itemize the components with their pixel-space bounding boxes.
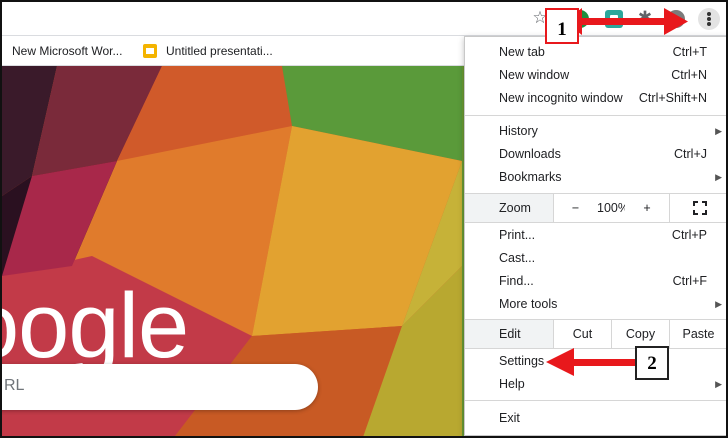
menu-item-new-tab[interactable]: New tab Ctrl+T — [465, 41, 726, 64]
kebab-dot-icon — [707, 22, 711, 26]
menu-item-downloads[interactable]: Downloads Ctrl+J — [465, 143, 726, 166]
chrome-menu-button[interactable] — [698, 8, 720, 30]
menu-item-label: Help — [499, 377, 525, 391]
menu-zoom-row: Zoom − 100% + — [465, 194, 726, 222]
menu-item-new-incognito[interactable]: New incognito window Ctrl+Shift+N — [465, 87, 726, 110]
browser-toolbar: ☆ ✱ — [2, 2, 726, 36]
menu-item-shortcut: Ctrl+T — [672, 45, 707, 59]
menu-item-label: Exit — [499, 411, 520, 425]
menu-item-shortcut: Ctrl+N — [671, 68, 707, 82]
copy-button[interactable]: Copy — [611, 320, 669, 348]
paste-button[interactable]: Paste — [669, 320, 726, 348]
bookmark-presentation[interactable]: Untitled presentati... — [166, 36, 273, 66]
menu-edit-row: Edit Cut Copy Paste — [465, 320, 726, 348]
submenu-arrow-icon: ▶ — [715, 379, 722, 389]
menu-divider — [465, 115, 726, 116]
menu-item-help[interactable]: Help ▶ — [465, 373, 726, 396]
profile-avatar-icon[interactable] — [667, 10, 685, 28]
kebab-dot-icon — [707, 17, 711, 21]
kebab-dot-icon — [707, 12, 711, 16]
menu-divider — [465, 222, 726, 223]
menu-item-shortcut: Ctrl+F — [672, 274, 707, 288]
submenu-arrow-icon: ▶ — [715, 172, 722, 182]
menu-item-shortcut: Ctrl+Shift+N — [638, 91, 707, 105]
menu-item-label: Print... — [499, 228, 536, 242]
zoom-label: Zoom — [499, 201, 531, 215]
menu-item-cast[interactable]: Cast... — [465, 247, 726, 270]
google-search-box[interactable]: RL — [2, 364, 318, 410]
menu-item-label: More tools — [499, 297, 558, 311]
search-placeholder: RL — [4, 377, 25, 394]
menu-item-exit[interactable]: Exit — [465, 407, 726, 430]
menu-item-label: Downloads — [499, 147, 561, 161]
menu-item-label: Settings — [499, 354, 545, 368]
menu-item-shortcut: Ctrl+J — [674, 147, 707, 161]
teal-extension-icon[interactable] — [605, 10, 623, 28]
step-1-callout: 1 — [545, 8, 579, 44]
edit-label: Edit — [499, 327, 521, 341]
menu-item-label: New window — [499, 68, 570, 82]
google-logo-fragment: oogle — [2, 275, 189, 377]
submenu-arrow-icon: ▶ — [715, 126, 722, 136]
menu-item-settings[interactable]: Settings — [465, 350, 726, 373]
zoom-in-button[interactable]: + — [625, 194, 669, 222]
chrome-main-menu: New tab Ctrl+T New window Ctrl+N New inc… — [464, 36, 726, 436]
menu-item-label: New tab — [499, 45, 545, 59]
bookmark-word-doc[interactable]: New Microsoft Wor... — [12, 36, 122, 66]
google-slides-icon — [143, 44, 157, 58]
menu-item-print[interactable]: Print... Ctrl+P — [465, 224, 726, 247]
cut-button[interactable]: Cut — [553, 320, 611, 348]
extensions-puzzle-icon[interactable]: ✱ — [636, 9, 654, 27]
menu-item-new-window[interactable]: New window Ctrl+N — [465, 64, 726, 87]
menu-item-label: New incognito window — [499, 91, 623, 105]
menu-divider — [465, 400, 726, 401]
menu-item-label: Find... — [499, 274, 534, 288]
menu-item-label: Bookmarks — [499, 170, 562, 184]
menu-item-bookmarks[interactable]: Bookmarks ▶ — [465, 166, 726, 189]
menu-item-label: Cast... — [499, 251, 536, 265]
menu-item-shortcut: Ctrl+P — [671, 228, 707, 242]
menu-divider — [465, 348, 726, 349]
screenshot-frame: ☆ ✱ New Microsoft Wor... Untitled presen… — [0, 0, 728, 438]
zoom-level-value: 100% — [597, 194, 629, 222]
menu-item-label: History — [499, 124, 538, 138]
fullscreen-button[interactable] — [669, 194, 726, 222]
zoom-out-button[interactable]: − — [553, 194, 597, 222]
submenu-arrow-icon: ▶ — [715, 299, 722, 309]
fullscreen-icon — [693, 201, 707, 215]
menu-item-history[interactable]: History ▶ — [465, 120, 726, 143]
step-2-callout: 2 — [635, 346, 669, 380]
menu-item-find[interactable]: Find... Ctrl+F — [465, 270, 726, 293]
address-bar[interactable] — [4, 6, 564, 32]
menu-item-more-tools[interactable]: More tools ▶ — [465, 293, 726, 316]
